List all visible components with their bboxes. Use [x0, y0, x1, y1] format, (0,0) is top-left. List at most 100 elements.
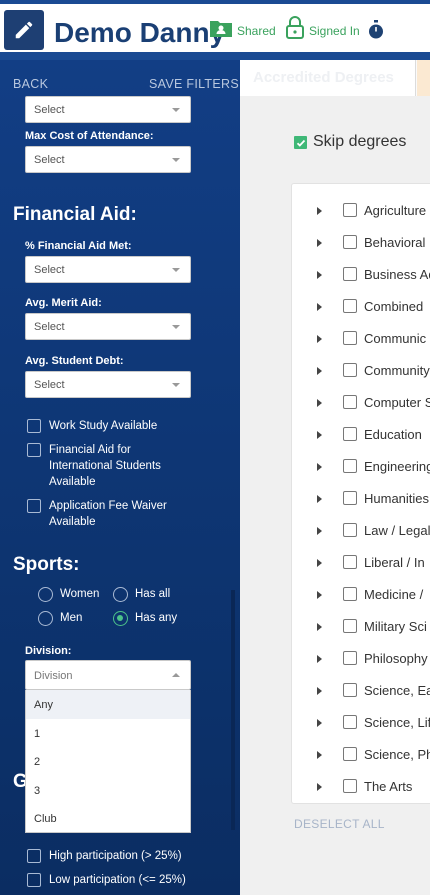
work-study-label[interactable]: Work Study Available — [49, 418, 199, 434]
degree-label[interactable]: Computer S — [364, 395, 430, 410]
degree-label[interactable]: Medicine / — [364, 587, 423, 602]
caret-right-icon[interactable] — [317, 399, 322, 407]
degree-checkbox[interactable] — [343, 747, 357, 761]
deselect-all-link[interactable]: DESELECT ALL — [294, 817, 385, 831]
degree-checkbox[interactable] — [343, 779, 357, 793]
degree-label[interactable]: Agriculture — [364, 203, 426, 218]
caret-right-icon[interactable] — [317, 783, 322, 791]
degree-checkbox[interactable] — [343, 619, 357, 633]
high-participation-checkbox[interactable] — [27, 849, 41, 863]
degree-row[interactable]: Education — [292, 420, 430, 452]
degree-label[interactable]: Science, Ea — [364, 683, 430, 698]
degree-row[interactable]: Agriculture — [292, 196, 430, 228]
student-debt-select[interactable]: Select — [25, 371, 191, 398]
caret-right-icon[interactable] — [317, 719, 322, 727]
degree-row[interactable]: The Arts — [292, 772, 430, 803]
degree-checkbox[interactable] — [343, 203, 357, 217]
degree-row[interactable]: Computer S — [292, 388, 430, 420]
intl-aid-checkbox[interactable] — [27, 443, 41, 457]
degree-label[interactable]: Combined — [364, 299, 423, 314]
degree-checkbox[interactable] — [343, 267, 357, 281]
tab-accredited-degrees[interactable]: Accredited Degrees — [240, 60, 416, 96]
caret-right-icon[interactable] — [317, 335, 322, 343]
division-option-1[interactable]: 1 — [26, 719, 190, 748]
degree-label[interactable]: Philosophy — [364, 651, 428, 666]
degree-row[interactable]: Humanities — [292, 484, 430, 516]
fee-waiver-label[interactable]: Application Fee Waiver Available — [49, 498, 179, 530]
degree-checkbox[interactable] — [343, 459, 357, 473]
fee-waiver-checkbox[interactable] — [27, 499, 41, 513]
degree-checkbox[interactable] — [343, 363, 357, 377]
degree-checkbox[interactable] — [343, 683, 357, 697]
has-any-radio-label[interactable]: Has any — [135, 612, 177, 624]
tab-next-partial[interactable] — [417, 60, 430, 96]
degree-checkbox[interactable] — [343, 651, 357, 665]
degree-row[interactable]: Military Sci — [292, 612, 430, 644]
caret-right-icon[interactable] — [317, 751, 322, 759]
has-all-radio[interactable] — [113, 587, 128, 602]
degree-label[interactable]: Community — [364, 363, 430, 378]
degree-checkbox[interactable] — [343, 395, 357, 409]
degree-row[interactable]: Business Ad — [292, 260, 430, 292]
degree-label[interactable]: Behavioral — [364, 235, 425, 250]
caret-right-icon[interactable] — [317, 591, 322, 599]
degree-row[interactable]: Combined — [292, 292, 430, 324]
degree-label[interactable]: Engineering — [364, 459, 430, 474]
work-study-checkbox[interactable] — [27, 419, 41, 433]
degree-row[interactable]: Community — [292, 356, 430, 388]
degree-label[interactable]: Education — [364, 427, 422, 442]
intl-aid-label[interactable]: Financial Aid for International Students… — [49, 442, 179, 490]
caret-right-icon[interactable] — [317, 239, 322, 247]
degree-row[interactable]: Science, Lif — [292, 708, 430, 740]
signed-in-badge[interactable]: Signed In — [285, 16, 360, 40]
degree-row[interactable]: Science, Ea — [292, 676, 430, 708]
degree-checkbox[interactable] — [343, 715, 357, 729]
has-any-radio[interactable] — [113, 611, 128, 626]
edit-button[interactable] — [4, 10, 44, 50]
degree-row[interactable]: Law / Legal — [292, 516, 430, 548]
degree-row[interactable]: Medicine / — [292, 580, 430, 612]
degree-label[interactable]: Business Ad — [364, 267, 430, 282]
division-option-club[interactable]: Club — [26, 804, 190, 833]
caret-right-icon[interactable] — [317, 463, 322, 471]
degree-label[interactable]: Military Sci — [364, 619, 427, 634]
fa-met-select[interactable]: Select — [25, 256, 191, 283]
division-option-3[interactable]: 3 — [26, 776, 190, 805]
women-radio-label[interactable]: Women — [60, 588, 99, 600]
back-link[interactable]: BACK — [13, 77, 48, 91]
men-radio-label[interactable]: Men — [60, 612, 82, 624]
degree-checkbox[interactable] — [343, 555, 357, 569]
caret-right-icon[interactable] — [317, 367, 322, 375]
skip-degrees-checkbox[interactable] — [294, 136, 307, 149]
division-option-2[interactable]: 2 — [26, 747, 190, 776]
top-select[interactable]: Select — [25, 96, 191, 123]
caret-right-icon[interactable] — [317, 207, 322, 215]
low-participation-label[interactable]: Low participation (<= 25%) — [49, 872, 209, 888]
degree-label[interactable]: Law / Legal — [364, 523, 430, 538]
division-input[interactable]: Division — [25, 660, 191, 690]
degree-label[interactable]: Liberal / In — [364, 555, 425, 570]
sidebar-scrollbar[interactable] — [231, 590, 235, 830]
save-filters-link[interactable]: SAVE FILTERS — [149, 77, 239, 91]
degree-checkbox[interactable] — [343, 491, 357, 505]
caret-right-icon[interactable] — [317, 655, 322, 663]
degree-row[interactable]: Behavioral — [292, 228, 430, 260]
degree-checkbox[interactable] — [343, 587, 357, 601]
merit-aid-select[interactable]: Select — [25, 313, 191, 340]
women-radio[interactable] — [38, 587, 53, 602]
degree-checkbox[interactable] — [343, 331, 357, 345]
degree-row[interactable]: Communic — [292, 324, 430, 356]
caret-right-icon[interactable] — [317, 527, 322, 535]
degree-label[interactable]: Science, Lif — [364, 715, 430, 730]
caret-right-icon[interactable] — [317, 495, 322, 503]
skip-degrees-label[interactable]: Skip degrees — [313, 133, 406, 151]
stopwatch-icon[interactable] — [367, 20, 385, 40]
degree-row[interactable]: Liberal / In — [292, 548, 430, 580]
degree-checkbox[interactable] — [343, 523, 357, 537]
degree-label[interactable]: Humanities — [364, 491, 429, 506]
caret-right-icon[interactable] — [317, 271, 322, 279]
max-cost-select[interactable]: Select — [25, 146, 191, 173]
has-all-radio-label[interactable]: Has all — [135, 588, 170, 600]
degree-label[interactable]: Communic — [364, 331, 426, 346]
men-radio[interactable] — [38, 611, 53, 626]
